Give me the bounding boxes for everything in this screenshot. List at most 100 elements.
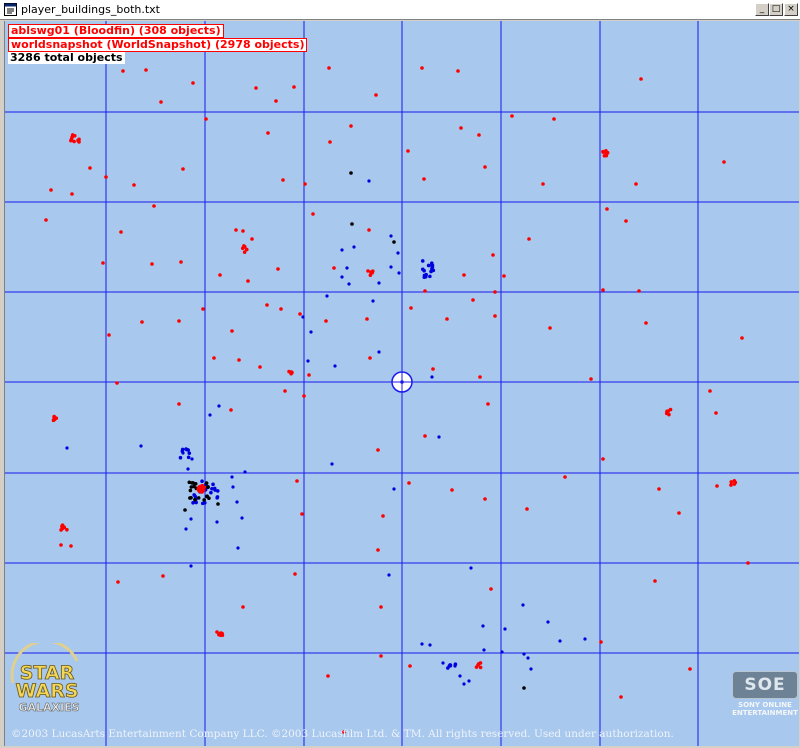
snapshot-marker bbox=[177, 402, 181, 406]
snapshot-marker bbox=[486, 402, 490, 406]
snapshot-marker bbox=[274, 99, 278, 103]
snapshot-marker bbox=[483, 165, 487, 169]
bloodfin-marker bbox=[396, 251, 400, 255]
bloodfin-cluster-marker bbox=[422, 273, 427, 278]
snapshot-marker bbox=[688, 667, 692, 671]
snapshot-marker bbox=[70, 192, 74, 196]
snapshot-marker bbox=[49, 188, 53, 192]
snapshot-marker bbox=[420, 66, 424, 70]
bloodfin-marker bbox=[333, 364, 337, 368]
snapshot-marker bbox=[376, 448, 380, 452]
maximize-button[interactable]: □ bbox=[769, 3, 783, 16]
snapshot-cluster-marker bbox=[77, 137, 81, 142]
snapshot-marker bbox=[116, 580, 120, 584]
snapshot-cluster-marker bbox=[729, 483, 733, 487]
title-bar[interactable]: player_buildings_both.txt _ □ × bbox=[0, 0, 800, 20]
bloodfin-marker bbox=[235, 500, 239, 504]
overlap-marker bbox=[191, 481, 195, 485]
snapshot-marker bbox=[525, 507, 529, 511]
bloodfin-marker bbox=[189, 517, 193, 521]
bloodfin-marker bbox=[309, 330, 313, 334]
snapshot-marker bbox=[431, 367, 435, 371]
snapshot-marker bbox=[510, 114, 514, 118]
snapshot-marker bbox=[258, 365, 262, 369]
snapshot-marker bbox=[502, 274, 506, 278]
snapshot-cluster-marker bbox=[601, 149, 605, 154]
bloodfin-cluster-marker bbox=[453, 662, 458, 667]
snapshot-marker bbox=[746, 561, 750, 565]
bloodfin-marker bbox=[340, 248, 344, 252]
snapshot-marker bbox=[619, 695, 623, 699]
snapshot-cluster-marker bbox=[474, 665, 479, 669]
snapshot-marker bbox=[491, 253, 495, 257]
bloodfin-cluster-marker bbox=[212, 486, 217, 491]
snapshot-marker bbox=[445, 317, 449, 321]
bloodfin-marker bbox=[367, 179, 371, 183]
bloodfin-marker bbox=[352, 245, 356, 249]
snapshot-marker bbox=[237, 358, 241, 362]
snapshot-marker bbox=[423, 434, 427, 438]
snapshot-cluster-marker bbox=[369, 270, 373, 274]
bloodfin-cluster-marker bbox=[420, 267, 425, 272]
snapshot-marker bbox=[624, 219, 628, 223]
snapshot-marker bbox=[69, 544, 73, 548]
overlap-marker bbox=[204, 481, 209, 485]
snapshot-marker bbox=[132, 183, 136, 187]
snapshot-marker bbox=[121, 69, 125, 73]
bloodfin-marker bbox=[345, 266, 349, 270]
soe-logo: SOE SONY ONLINE ENTERTAINMENT bbox=[731, 671, 799, 735]
snapshot-marker bbox=[140, 320, 144, 324]
snapshot-marker bbox=[374, 93, 378, 97]
snapshot-cluster-marker bbox=[729, 480, 734, 484]
legend-total: 3286 total objects bbox=[8, 51, 125, 64]
snapshot-marker bbox=[456, 69, 460, 73]
snapshot-marker bbox=[266, 131, 270, 135]
bloodfin-marker bbox=[301, 315, 305, 319]
snapshot-marker bbox=[677, 511, 681, 515]
minimize-button[interactable]: _ bbox=[755, 3, 769, 16]
bloodfin-marker bbox=[437, 435, 441, 439]
bloodfin-cluster-marker bbox=[186, 455, 191, 460]
snapshot-marker bbox=[150, 262, 154, 266]
snapshot-marker bbox=[483, 497, 487, 501]
snapshot-marker bbox=[191, 81, 195, 85]
snapshot-marker bbox=[300, 512, 304, 516]
bloodfin-marker bbox=[330, 462, 334, 466]
snapshot-marker bbox=[708, 389, 712, 393]
soe-badge: SOE bbox=[732, 671, 798, 699]
snapshot-marker bbox=[161, 574, 165, 578]
snapshot-marker bbox=[295, 479, 299, 483]
snapshot-marker bbox=[254, 86, 258, 90]
snapshot-marker bbox=[605, 207, 609, 211]
bloodfin-marker bbox=[481, 624, 485, 628]
bloodfin-marker bbox=[526, 656, 530, 660]
snapshot-marker bbox=[179, 260, 183, 264]
snapshot-marker bbox=[381, 514, 385, 518]
snapshot-marker bbox=[639, 77, 643, 81]
snapshot-cluster-marker bbox=[70, 134, 75, 139]
overlap-marker bbox=[392, 240, 396, 244]
soe-line2: ENTERTAINMENT bbox=[732, 709, 798, 717]
snapshot-marker bbox=[311, 212, 315, 216]
snapshot-marker bbox=[204, 117, 208, 121]
map-view[interactable]: ablswg01 (Bloodfin) (308 objects) worlds… bbox=[4, 21, 799, 746]
document-icon[interactable] bbox=[4, 3, 17, 16]
window-title: player_buildings_both.txt bbox=[21, 3, 160, 16]
snapshot-marker bbox=[489, 587, 493, 591]
bloodfin-marker bbox=[231, 485, 235, 489]
map-canvas[interactable] bbox=[5, 21, 799, 746]
close-button[interactable]: × bbox=[784, 3, 798, 16]
bloodfin-marker bbox=[521, 603, 525, 607]
snapshot-marker bbox=[408, 664, 412, 668]
bloodfin-marker bbox=[458, 674, 462, 678]
snapshot-marker bbox=[279, 307, 283, 311]
bloodfin-cluster-marker bbox=[428, 274, 432, 279]
bloodfin-marker bbox=[65, 446, 69, 450]
snapshot-marker bbox=[303, 182, 307, 186]
snapshot-marker bbox=[349, 124, 353, 128]
snapshot-cluster-marker bbox=[732, 482, 737, 486]
snapshot-marker bbox=[589, 377, 593, 381]
snapshot-cluster-marker bbox=[289, 371, 293, 376]
bloodfin-cluster-marker bbox=[420, 259, 425, 263]
snapshot-marker bbox=[376, 548, 380, 552]
